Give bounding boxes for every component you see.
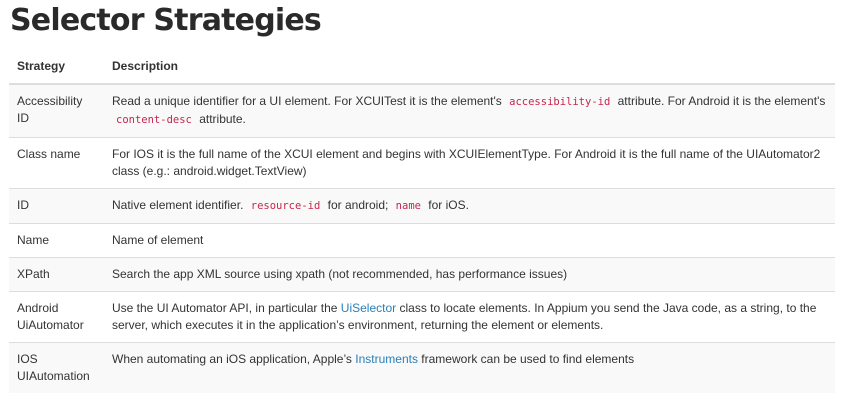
strategy-cell: XPath bbox=[9, 257, 104, 292]
table-row: Name Name of element bbox=[9, 223, 835, 258]
description-cell: Name of element bbox=[104, 223, 835, 258]
doc-link[interactable]: Instruments bbox=[355, 352, 418, 366]
page: Selector Strategies Strategy Description… bbox=[0, 0, 851, 400]
doc-link[interactable]: UiSelector bbox=[341, 301, 396, 315]
table-row: IOS UIAutomation When automating an iOS a… bbox=[9, 342, 835, 393]
description-text: for iOS. bbox=[424, 198, 469, 212]
description-text: framework can be used to find elements bbox=[417, 352, 635, 366]
strategy-cell: IOS UIAutomation bbox=[9, 342, 104, 393]
strategy-cell: ID bbox=[9, 188, 104, 224]
description-text: For IOS it is the full name of the XCUI … bbox=[112, 147, 821, 178]
table-row: ID Native element identifier. resource-id… bbox=[9, 188, 835, 224]
description-text: Search the app XML source using xpath (n… bbox=[112, 267, 568, 281]
strategy-cell: Class name bbox=[9, 137, 104, 189]
selector-strategies-table: Strategy Description Accessibility ID Rea… bbox=[9, 50, 835, 393]
table-body: Accessibility ID Read a unique identifier… bbox=[9, 83, 835, 393]
description-cell: When automating an iOS application, Appl… bbox=[104, 342, 835, 393]
description-text: Native element identifier. bbox=[112, 198, 247, 212]
description-text: Read a unique identifier for a UI elemen… bbox=[112, 94, 506, 108]
page-title: Selector Strategies bbox=[10, 3, 322, 38]
strategy-cell: Accessibility ID bbox=[9, 83, 104, 138]
column-header-strategy: Strategy bbox=[9, 50, 104, 85]
table-row: XPath Search the app XML source using xpa… bbox=[9, 257, 835, 292]
description-cell: For IOS it is the full name of the XCUI … bbox=[104, 137, 835, 189]
strategy-cell: Android UiAutomator bbox=[9, 291, 104, 343]
strategy-cell: Name bbox=[9, 223, 104, 258]
description-text: for android; bbox=[324, 198, 392, 212]
description-text: attribute. For Android it is the element… bbox=[614, 94, 826, 108]
table-row: Class name For IOS it is the full name of… bbox=[9, 137, 835, 189]
description-text: When automating an iOS application, Appl… bbox=[112, 352, 356, 366]
description-text: Use the UI Automator API, in particular … bbox=[112, 301, 341, 315]
description-text: Name of element bbox=[112, 233, 204, 247]
table-header-row: Strategy Description bbox=[9, 50, 835, 85]
table-row: Accessibility ID Read a unique identifier… bbox=[9, 83, 835, 138]
description-cell: Use the UI Automator API, in particular … bbox=[104, 291, 835, 343]
column-header-description: Description bbox=[104, 50, 835, 85]
description-text: attribute. bbox=[195, 112, 246, 126]
table-row: Android UiAutomator Use the UI Automator … bbox=[9, 291, 835, 343]
code-snippet: resource-id bbox=[250, 200, 321, 212]
code-snippet: content-desc bbox=[116, 114, 192, 126]
description-cell: Read a unique identifier for a UI elemen… bbox=[104, 83, 835, 138]
code-snippet: accessibility-id bbox=[509, 96, 611, 108]
code-snippet: name bbox=[395, 200, 421, 212]
description-cell: Search the app XML source using xpath (n… bbox=[104, 257, 835, 292]
description-cell: Native element identifier. resource-id f… bbox=[104, 188, 835, 224]
